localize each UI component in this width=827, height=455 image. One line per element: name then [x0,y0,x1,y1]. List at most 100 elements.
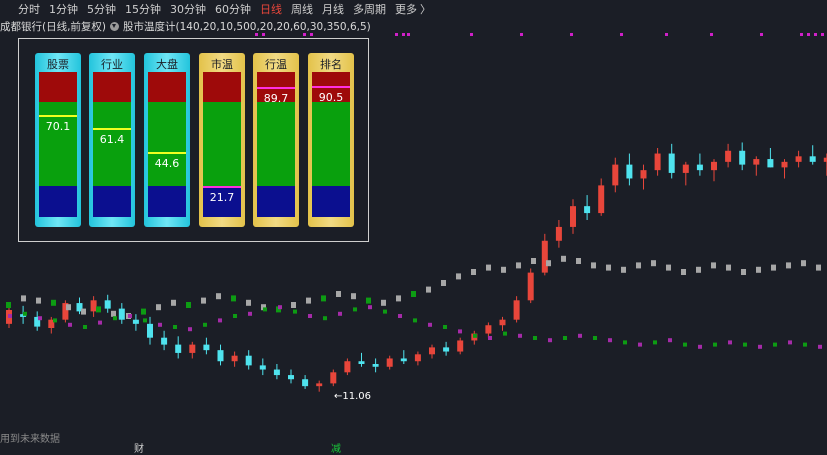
market-temp-dot [488,336,492,340]
gauge-4[interactable]: 行温 89.7 [253,53,299,227]
market-temp-dot [578,333,582,338]
temp-dot [726,264,731,271]
temp-dot [21,295,26,302]
temp-dot [591,262,596,269]
gauge-2[interactable]: 大盘 44.6 [144,53,190,227]
market-temp-dot [263,307,267,312]
gauge-green-zone [312,102,350,186]
gauge-level-marker [203,185,241,188]
candle-body [175,344,182,353]
market-temp-dot [668,338,672,343]
candle-body [527,272,534,301]
market-temp-dot [83,325,87,329]
market-temp-dot [713,342,717,347]
signal-dot [255,33,258,36]
temp-dot [756,266,761,273]
market-temp-dot [278,305,282,310]
gauge-3[interactable]: 市温 21.7 [199,53,245,227]
temp-dot [501,266,506,273]
market-temp-dot [443,325,447,329]
temp-dot [216,293,221,300]
market-temp-dot [338,311,342,316]
signal-dot [262,33,265,36]
temp-dot [156,304,161,311]
signal-dot [402,33,405,36]
market-temp-dot [623,340,627,345]
signal-dot [407,33,410,36]
temp-dot [471,269,476,275]
candle-body [725,150,732,162]
gauge-1[interactable]: 行业 61.4 [89,53,135,227]
candle-body [245,355,252,366]
gauge-green-zone [203,102,241,186]
gauge-level-marker [93,127,131,130]
gauge-0[interactable]: 股票 70.1 [35,53,81,227]
candle-body [739,150,746,165]
candle-body [626,164,633,179]
market-temp-dot [638,342,642,347]
candle-body [400,358,407,362]
candle-body [513,300,520,320]
candle-body [104,300,111,309]
gauge-value: 44.6 [154,157,180,171]
candle-body [372,364,379,367]
market-temp-dot [473,333,477,338]
temp-dot [36,297,41,304]
gauge-blue-zone [312,186,350,217]
market-temp-dot [728,340,732,345]
gauge-5[interactable]: 排名 90.5 [308,53,354,227]
market-temp-dot [683,342,687,347]
market-temp-dot [23,311,27,316]
temp-dot [111,310,116,317]
gauge-green-zone [148,102,186,186]
gauge-red-zone [148,72,186,102]
temp-dot [786,262,791,269]
footer-marker-cai[interactable]: 财 [134,440,144,455]
temp-dot [546,260,551,267]
footer-marker-jian[interactable]: 减 [331,440,341,455]
candle-body [640,170,647,179]
temp-dot [396,295,401,302]
temp-dot [366,297,371,304]
temp-dot [681,269,686,275]
market-temp-dot [773,342,777,347]
market-temp-dot [218,318,222,323]
signal-dot [570,33,573,36]
market-temp-dot [383,309,387,314]
market-temp-dot [413,318,417,323]
market-temp-dot [368,305,372,310]
candle-body [132,319,139,324]
temp-dot [246,299,251,306]
candle-body [147,323,153,338]
market-temp-dot [458,329,462,334]
market-temp-dot [653,340,657,345]
candle-body [795,156,802,162]
candle-body [668,153,675,173]
temp-dot [666,264,671,271]
candle-body [118,308,125,320]
candle-body [189,344,196,353]
signal-dot [665,33,668,36]
gauge-title: 市温 [211,58,233,71]
temp-dot [66,304,71,311]
temp-dot [711,262,716,269]
temp-dot [561,255,566,262]
temp-dot [141,308,146,315]
temp-dot [576,258,581,264]
temp-dot [81,308,86,315]
market-temp-dot [398,314,402,318]
temp-dot [456,273,461,280]
market-temp-dot [758,344,762,349]
candle-body [203,344,210,351]
market-temp-dot [8,314,12,318]
candle-body [231,355,238,362]
temp-dot [606,264,611,271]
temp-dot [426,286,431,293]
market-temp-dot [53,318,57,323]
candle-body [570,206,576,227]
signal-dot [395,33,398,36]
candle-body [386,358,393,367]
candle-body [711,161,717,171]
candle-body [330,372,337,384]
gauge-value: 89.7 [263,91,289,105]
